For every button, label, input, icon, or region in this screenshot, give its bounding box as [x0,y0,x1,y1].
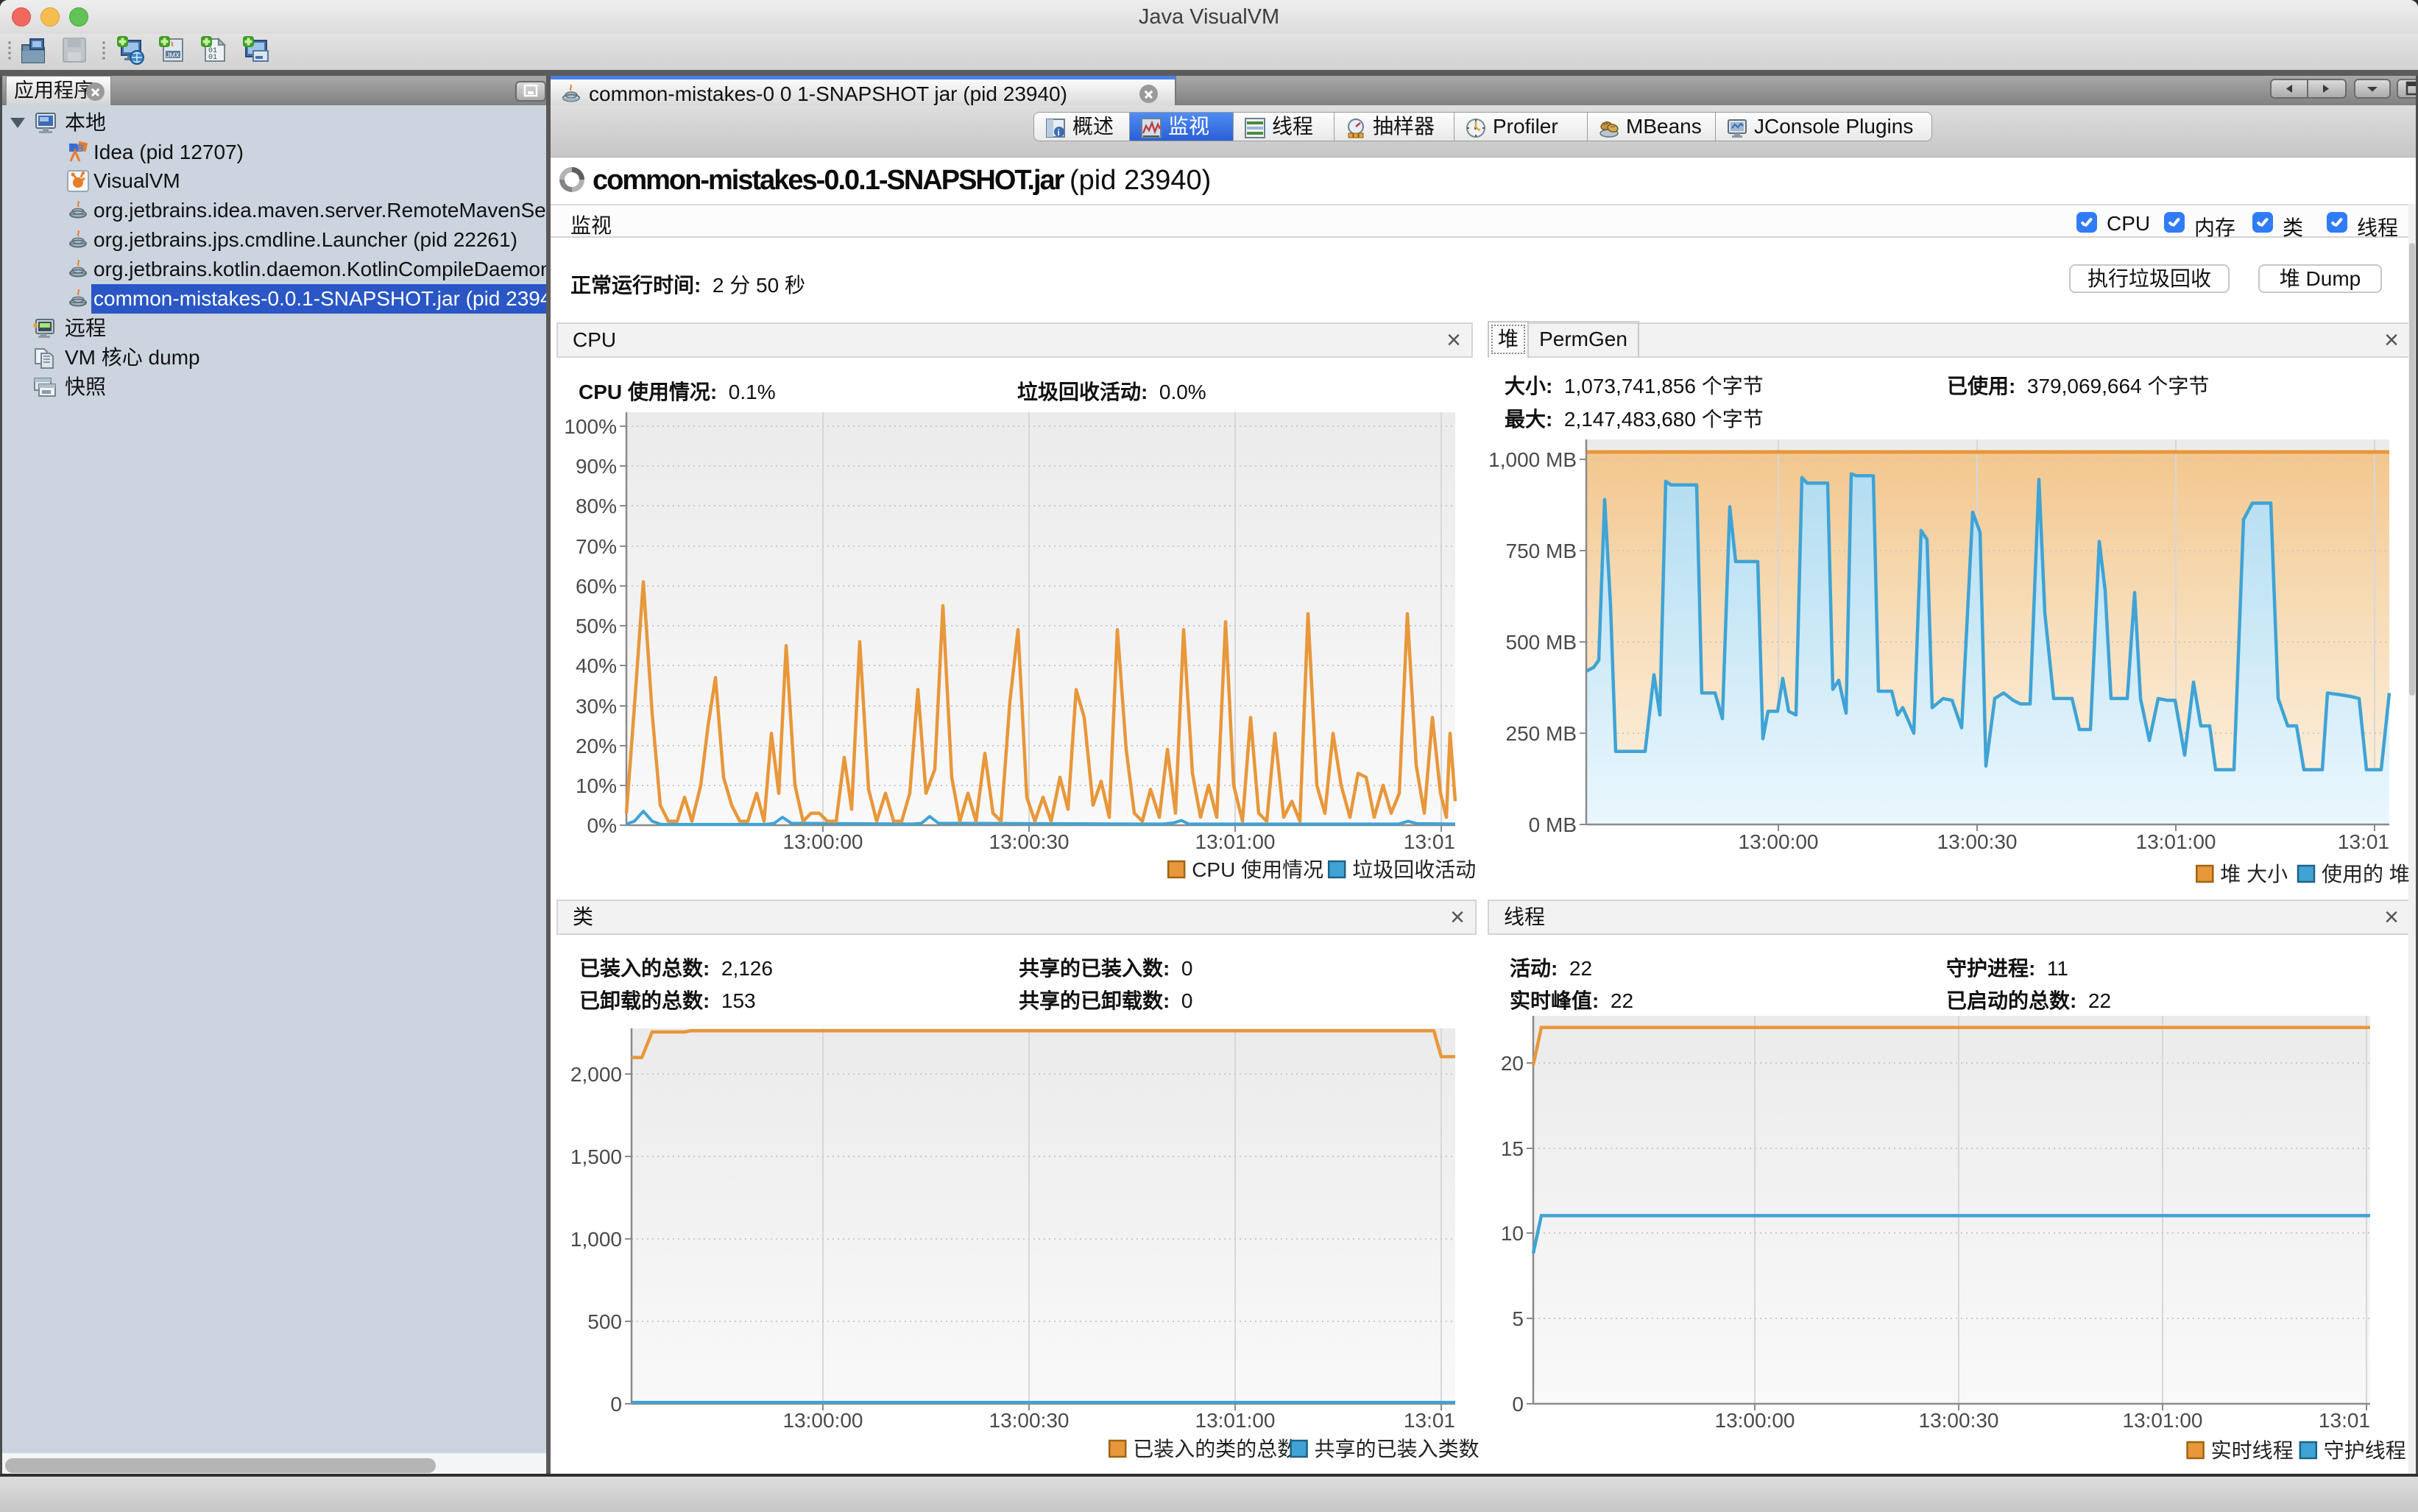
svg-text:01: 01 [208,54,217,62]
svg-text:JMX: JMX [166,52,180,59]
svg-text:B: B [77,142,84,154]
svg-text:i: i [1058,127,1060,138]
